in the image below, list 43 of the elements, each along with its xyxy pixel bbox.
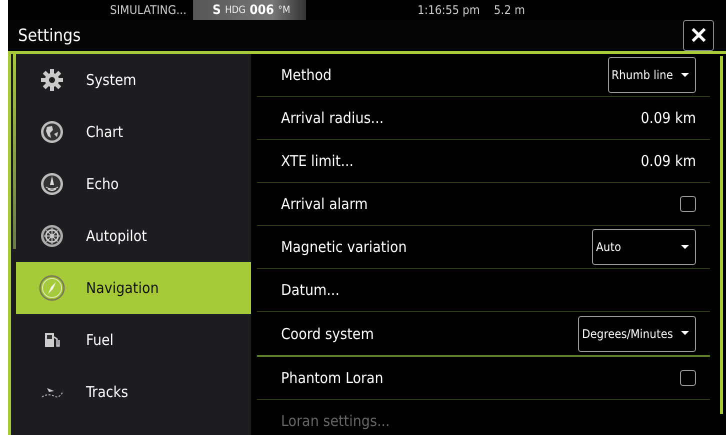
- setting-label[interactable]: Magnetic variation: [281, 238, 407, 256]
- steering-wheel-icon: [40, 224, 64, 248]
- sidebar-item[interactable]: Fuel: [16, 314, 251, 366]
- gear-icon: [40, 68, 64, 92]
- time-label: 1:16:55 pm: [418, 3, 480, 17]
- compass-icon: [39, 275, 65, 301]
- setting-label[interactable]: Phantom Loran: [281, 369, 384, 387]
- heading-unit: °M: [278, 4, 290, 16]
- setting-value: 0.09 km: [640, 152, 696, 170]
- checkbox[interactable]: [680, 370, 696, 386]
- heading-source: S: [212, 2, 221, 18]
- sidebar-item[interactable]: Navigation: [16, 262, 251, 314]
- heading-value: 006: [250, 2, 274, 18]
- sidebar-item[interactable]: System: [16, 54, 251, 106]
- setting-label[interactable]: Coord system: [281, 324, 374, 342]
- sidebar-item[interactable]: Tracks: [16, 366, 251, 418]
- fuel-pump-icon: [43, 331, 61, 349]
- setting-label[interactable]: Arrival radius...: [281, 109, 384, 127]
- setting-label[interactable]: Datum...: [281, 281, 340, 299]
- echo-sounder-icon: [40, 172, 64, 196]
- scrollbar[interactable]: [720, 56, 723, 414]
- caret-icon: [681, 331, 689, 336]
- dropdown[interactable]: Degrees/Minutes: [578, 316, 696, 352]
- dropdown[interactable]: Rhumb line: [608, 57, 696, 93]
- simulating-label: SIMULATING...: [110, 3, 186, 17]
- depth-label: 5.2 m: [494, 3, 526, 17]
- setting-value: 0.09 km: [640, 109, 696, 127]
- setting-label[interactable]: Method: [281, 66, 332, 84]
- heading-label: HDG: [224, 4, 246, 16]
- caret-icon: [681, 72, 689, 78]
- sidebar-item[interactable]: Chart: [16, 106, 251, 158]
- close-button[interactable]: ✕: [683, 20, 714, 51]
- checkbox[interactable]: [680, 196, 696, 212]
- globe-icon: [40, 120, 64, 144]
- sidebar-item[interactable]: Autopilot: [16, 210, 251, 262]
- scrollbar[interactable]: [13, 54, 16, 249]
- setting-label[interactable]: XTE limit...: [281, 152, 354, 170]
- setting-label[interactable]: Arrival alarm: [281, 195, 368, 213]
- caret-icon: [681, 244, 689, 250]
- window-title: Settings: [18, 26, 81, 46]
- dropdown[interactable]: Auto: [592, 229, 696, 265]
- sidebar-item[interactable]: Echo: [16, 158, 251, 210]
- track-icon: [40, 385, 64, 399]
